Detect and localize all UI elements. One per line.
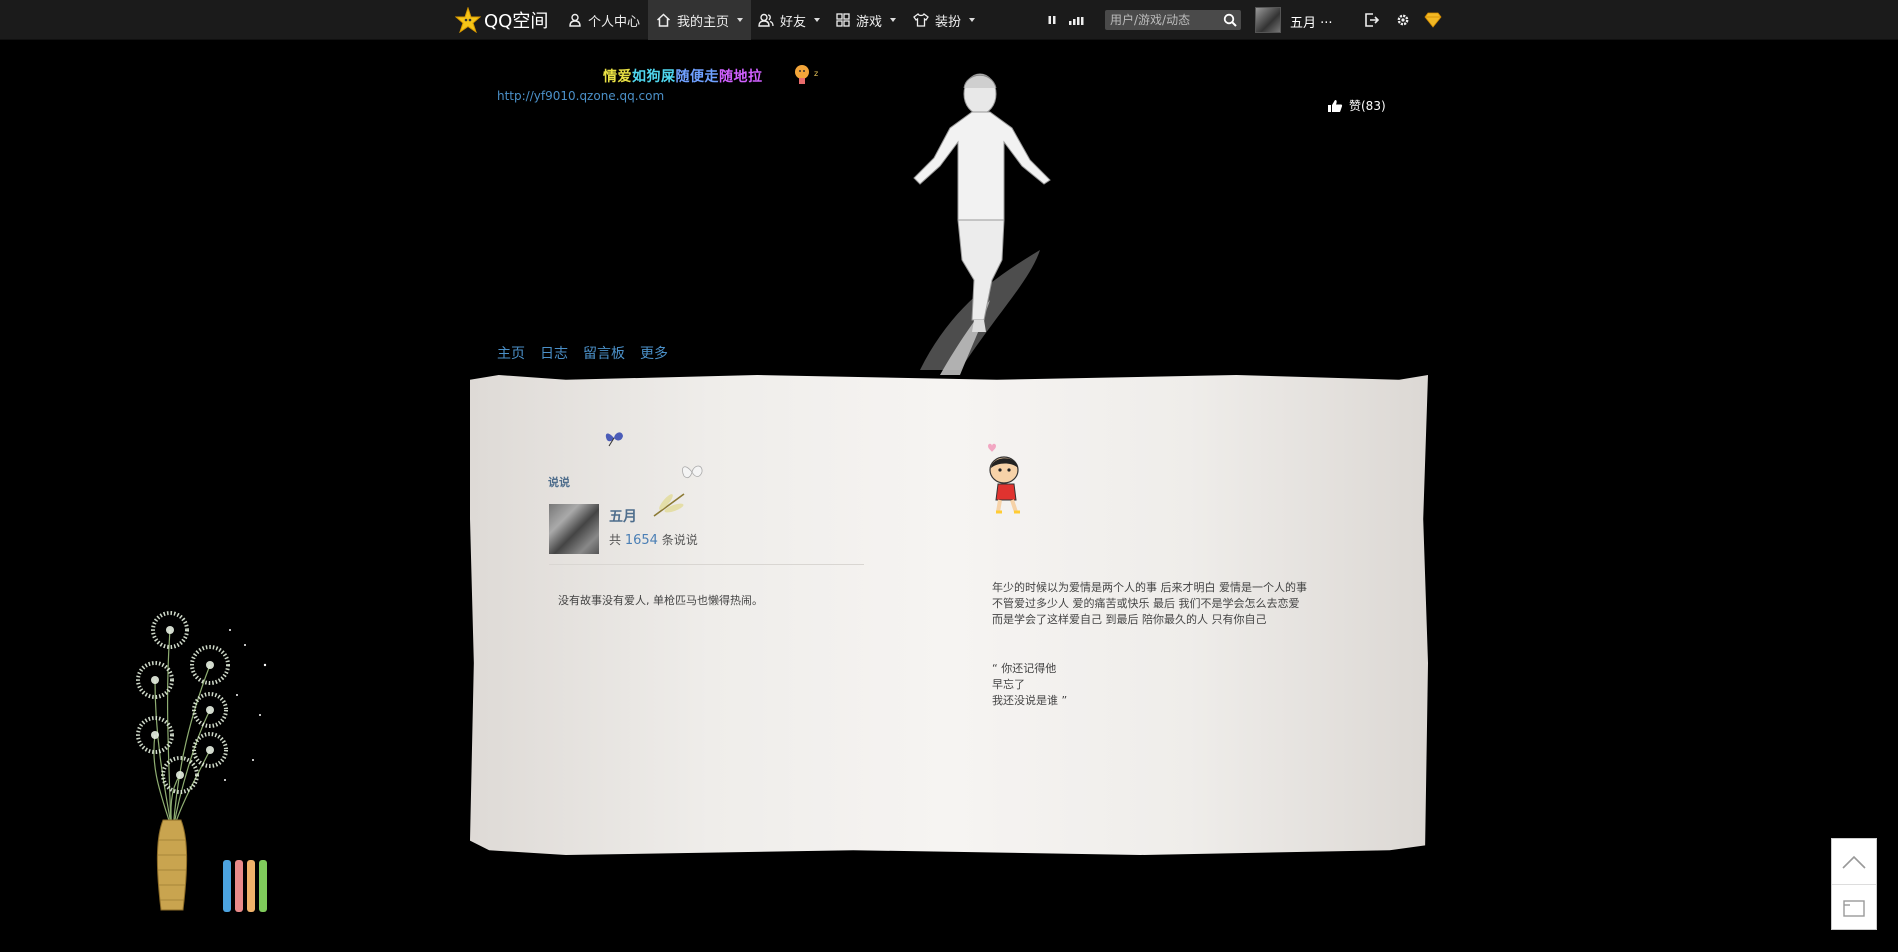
like-count: 赞(83) bbox=[1349, 99, 1386, 113]
like-button[interactable]: 赞(83) bbox=[1327, 97, 1386, 114]
window-icon bbox=[1843, 899, 1865, 917]
butterfly-sticker-icon bbox=[605, 432, 623, 447]
poem-line: 我还没说是谁 ” bbox=[992, 694, 1068, 707]
header-illustration-figure bbox=[913, 73, 1051, 375]
user-icon bbox=[569, 13, 581, 27]
logout-button[interactable] bbox=[1362, 10, 1382, 30]
tab-message-board[interactable]: 留言板 bbox=[583, 343, 625, 363]
post-count: 共 1654 条说说 bbox=[609, 531, 698, 548]
svg-text:z: z bbox=[814, 69, 818, 78]
quote-line: 不管爱过多少人 爱的痛苦或快乐 最后 我们不是学会怎么去恋爱 bbox=[992, 597, 1300, 610]
top-navigation-inner: QQ空间 个人中心 我的主页 好友 游戏 装扮 用户/游戏/动态 五月 ··· bbox=[455, 0, 1445, 40]
star-logo-icon bbox=[455, 7, 481, 33]
space-title-part: 随便走 bbox=[675, 69, 719, 85]
latest-post-text: 没有故事没有爱人, 单枪匹马也懒得热闹。 bbox=[558, 594, 763, 607]
author-avatar[interactable] bbox=[549, 504, 599, 554]
music-volume-button[interactable] bbox=[1066, 10, 1086, 30]
dragonfly-sticker-icon bbox=[653, 493, 685, 517]
pause-icon bbox=[1048, 16, 1056, 24]
post-count-number[interactable]: 1654 bbox=[625, 533, 658, 548]
space-title-part: 如狗屎 bbox=[632, 69, 676, 85]
space-title: 情爱如狗屎随便走随地拉 bbox=[603, 66, 763, 86]
user-avatar[interactable] bbox=[1255, 7, 1281, 33]
space-title-part: 随地拉 bbox=[719, 69, 763, 85]
chevron-down-icon bbox=[814, 18, 821, 22]
tab-blog[interactable]: 日志 bbox=[540, 343, 568, 363]
nav-personal-center[interactable]: 个人中心 bbox=[560, 0, 648, 40]
emoticon-sticker-icon: z bbox=[795, 65, 818, 84]
nav-games[interactable]: 游戏 bbox=[828, 0, 904, 40]
nav-friends[interactable]: 好友 bbox=[750, 0, 828, 40]
tab-more[interactable]: 更多 bbox=[640, 343, 668, 363]
feedback-button[interactable] bbox=[1832, 885, 1876, 930]
thumbs-up-icon bbox=[1328, 99, 1343, 112]
floating-toolbar bbox=[1831, 838, 1877, 930]
nav-my-homepage-label: 我的主页 bbox=[677, 14, 730, 30]
post-count-prefix: 共 bbox=[609, 533, 622, 547]
vip-diamond-button[interactable] bbox=[1423, 10, 1443, 30]
shirt-icon bbox=[913, 13, 929, 27]
nav-personal-center-label: 个人中心 bbox=[588, 14, 641, 30]
diamond-icon bbox=[1424, 12, 1442, 28]
poem-text-block: “ 你还记得他 早忘了 我还没说是谁 ” bbox=[992, 661, 1192, 709]
cartoon-character-sticker-icon bbox=[988, 443, 1020, 514]
butterfly-sticker-icon bbox=[682, 465, 703, 479]
gear-icon bbox=[1397, 14, 1409, 26]
back-to-top-button[interactable] bbox=[1832, 839, 1876, 884]
quote-text-block: 年少的时候以为爱情是两个人的事 后来才明白 爱情是一个人的事 不管爱过多少人 爱… bbox=[992, 580, 1352, 628]
top-navigation-bar: QQ空间 个人中心 我的主页 好友 游戏 装扮 用户/游戏/动态 五月 ··· bbox=[0, 0, 1898, 40]
volume-bars-icon bbox=[1069, 17, 1084, 25]
friends-icon bbox=[758, 13, 774, 27]
nav-decorate[interactable]: 装扮 bbox=[905, 0, 983, 40]
divider bbox=[549, 564, 864, 565]
quote-line: 而是学会了这样爱自己 到最后 陪你最久的人 只有你自己 bbox=[992, 613, 1267, 626]
settings-button[interactable] bbox=[1393, 10, 1413, 30]
shuoshuo-section-title: 说说 bbox=[548, 476, 570, 489]
poem-line: 早忘了 bbox=[992, 678, 1025, 691]
nav-my-homepage[interactable]: 我的主页 bbox=[648, 0, 752, 40]
dandelion-vase-decoration-icon bbox=[136, 611, 267, 912]
quote-line: 年少的时候以为爱情是两个人的事 后来才明白 爱情是一个人的事 bbox=[992, 581, 1307, 594]
chevron-up-icon bbox=[1842, 855, 1866, 869]
space-url-link[interactable]: http://yf9010.qzone.qq.com bbox=[497, 89, 664, 103]
space-tabs: 主页 日志 留言板 更多 bbox=[497, 343, 668, 363]
author-name-link[interactable]: 五月 bbox=[609, 506, 637, 526]
search-icon[interactable] bbox=[1223, 12, 1237, 31]
grid-icon bbox=[836, 13, 850, 27]
home-icon bbox=[656, 13, 671, 27]
user-name[interactable]: 五月 ··· bbox=[1290, 12, 1333, 31]
nav-games-label: 游戏 bbox=[856, 14, 883, 30]
nav-decorate-label: 装扮 bbox=[935, 14, 962, 30]
search-box bbox=[1105, 10, 1241, 30]
post-count-suffix: 条说说 bbox=[661, 533, 698, 547]
logout-icon bbox=[1365, 13, 1380, 27]
logo-text: QQ空间 bbox=[484, 11, 549, 32]
chevron-down-icon bbox=[890, 18, 897, 22]
nav-friends-label: 好友 bbox=[780, 14, 807, 30]
poem-line: “ 你还记得他 bbox=[992, 662, 1057, 675]
space-title-part: 情爱 bbox=[603, 69, 632, 85]
search-input[interactable] bbox=[1105, 10, 1217, 30]
music-pause-button[interactable] bbox=[1042, 10, 1062, 30]
tab-home[interactable]: 主页 bbox=[497, 343, 525, 363]
qzone-logo[interactable]: QQ空间 bbox=[455, 6, 548, 34]
chevron-down-icon bbox=[737, 18, 744, 22]
chevron-down-icon bbox=[969, 18, 976, 22]
